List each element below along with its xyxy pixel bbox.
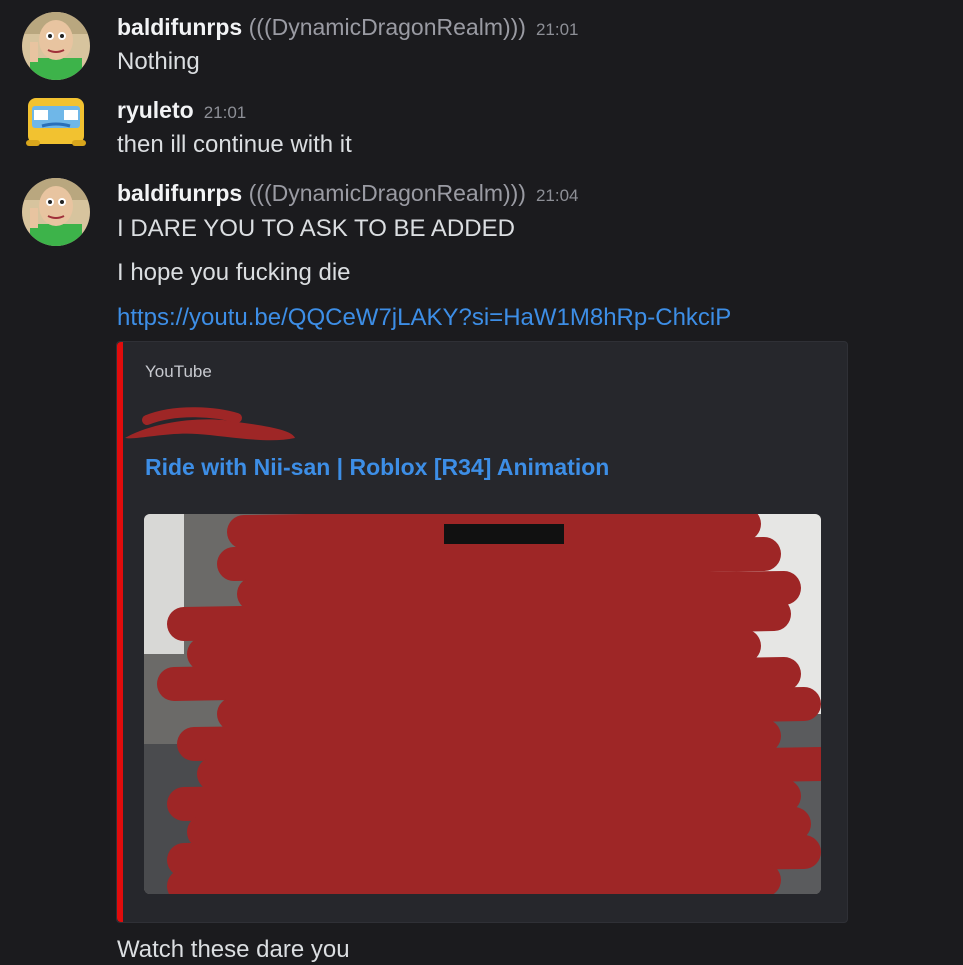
username[interactable]: baldifunrps (117, 14, 242, 40)
user-avatar[interactable] (22, 12, 90, 80)
bus-avatar-icon (26, 98, 86, 146)
nickname-text: ((DynamicDragonRealm)) (256, 180, 519, 206)
message-text: I DARE YOU TO ASK TO BE ADDED (117, 215, 515, 242)
message-text: I hope you fucking die (117, 259, 351, 286)
message-text: Watch these dare you (117, 936, 350, 963)
user-avatar[interactable] (22, 178, 90, 246)
redacted-thumbnail (144, 514, 821, 894)
baldi-avatar-icon (22, 178, 90, 246)
message-text: Nothing (117, 48, 200, 75)
embed-provider[interactable]: YouTube (145, 362, 212, 382)
timestamp: 21:04 (535, 186, 579, 205)
redaction-scribble (125, 407, 295, 441)
nickname: (((DynamicDragonRealm))) (248, 180, 526, 206)
timestamp: 21:01 (535, 20, 579, 39)
username[interactable]: ryuleto (117, 97, 194, 123)
message-link[interactable]: https://youtu.be/QQCeW7jLAKY?si=HaW1M8hR… (117, 303, 731, 333)
username[interactable]: baldifunrps (117, 180, 242, 206)
timestamp: 21:01 (203, 103, 247, 122)
baldi-avatar-icon (22, 12, 90, 80)
link-embed: YouTube Ride with Nii-san | Roblox [R34]… (116, 341, 848, 923)
video-thumbnail[interactable] (144, 514, 821, 894)
nickname-text: ((DynamicDragonRealm)) (256, 14, 519, 40)
nickname: (((DynamicDragonRealm))) (248, 14, 526, 40)
message-text: then ill continue with it (117, 131, 352, 158)
user-avatar[interactable] (22, 92, 90, 160)
